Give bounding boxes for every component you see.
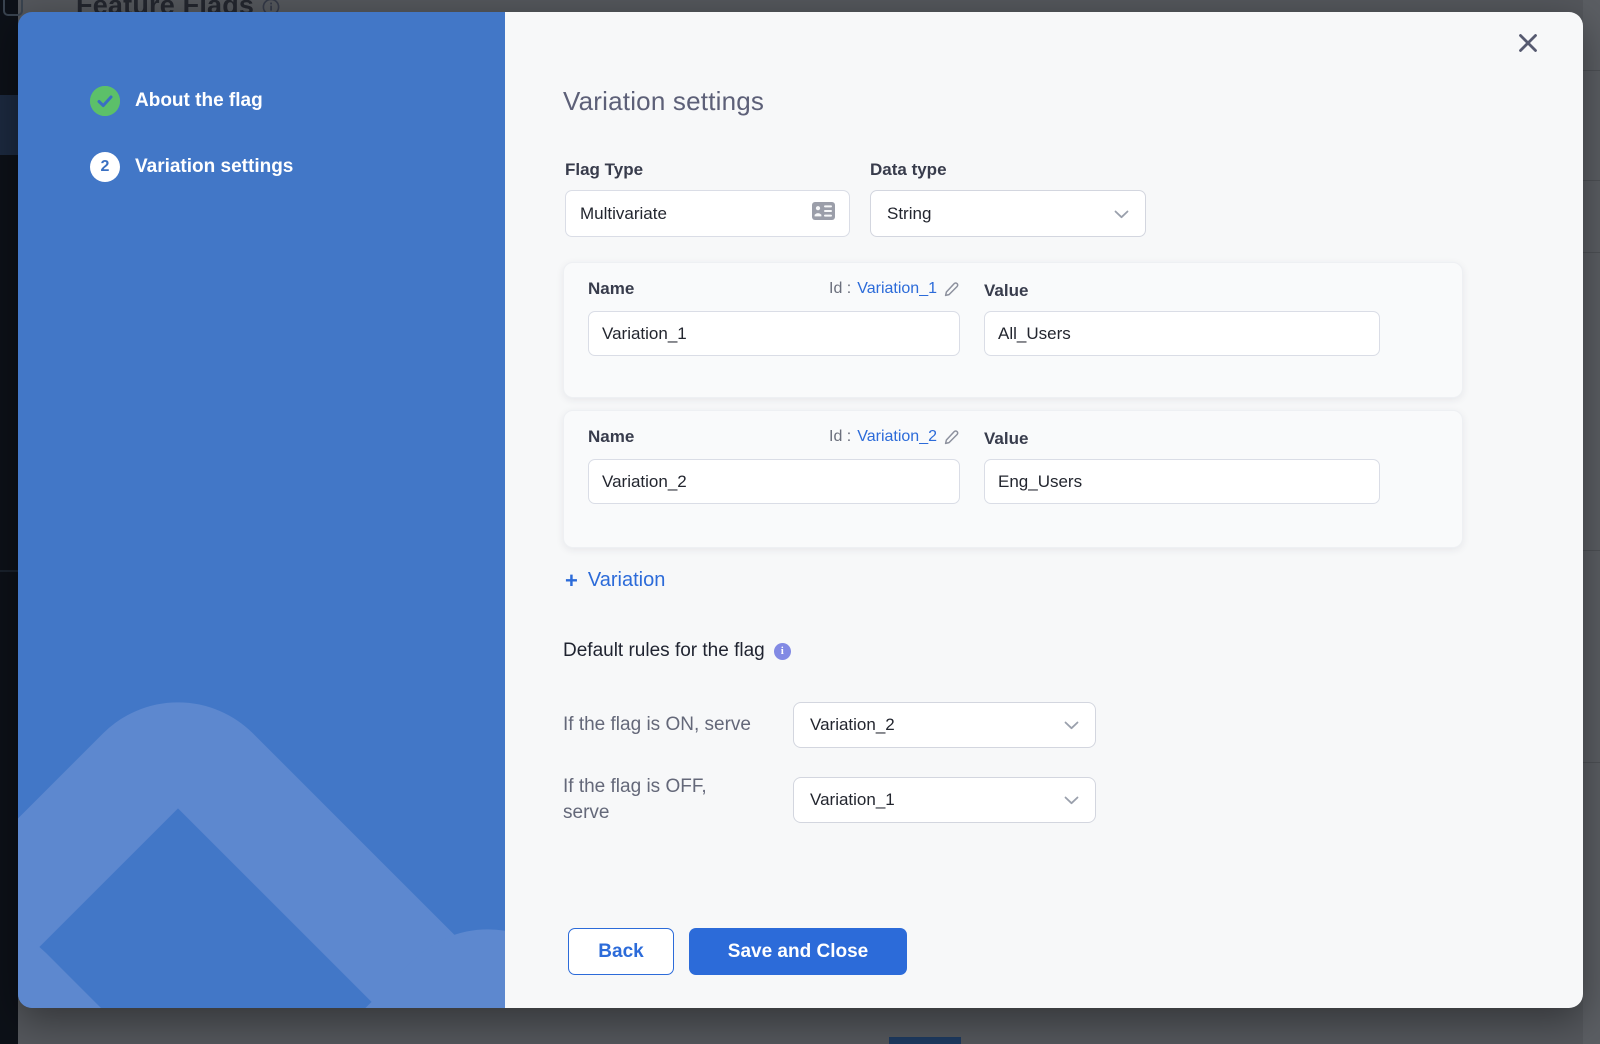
variation-card-1: Name Id : Variation_1 Value (563, 262, 1463, 398)
name-label: Name (588, 279, 634, 299)
plus-icon: + (565, 571, 578, 591)
close-button[interactable] (1513, 28, 1543, 58)
variation-name-input[interactable] (588, 459, 960, 504)
id-prefix-label: Id : (829, 280, 851, 298)
flag-type-label: Flag Type (565, 160, 643, 180)
rule-flag-off: If the flag is OFF, serve Variation_1 (563, 774, 1096, 826)
step-number-badge: 2 (90, 152, 120, 182)
pencil-icon (943, 429, 960, 446)
rule-on-value: Variation_2 (810, 715, 895, 735)
edit-id-button[interactable] (943, 429, 960, 446)
app-nav-rail-dimmed (0, 0, 18, 1044)
rule-flag-on: If the flag is ON, serve Variation_2 (563, 702, 1096, 748)
step-label: Variation settings (135, 156, 293, 178)
rule-off-value: Variation_1 (810, 790, 895, 810)
rule-off-label: If the flag is OFF, serve (563, 774, 793, 826)
back-button[interactable]: Back (568, 928, 674, 975)
variation-settings-panel: Variation settings Flag Type Data type M… (505, 12, 1583, 1008)
value-label: Value (984, 281, 1028, 301)
data-type-label: Data type (870, 160, 947, 180)
flag-wizard-modal: About the flag 2 Variation settings Vari… (18, 12, 1583, 1008)
wizard-step-variation-settings[interactable]: 2 Variation settings (18, 152, 505, 182)
variation-id-group: Id : Variation_2 (829, 428, 960, 446)
variation-id-link[interactable]: Variation_1 (857, 280, 937, 298)
variation-value-input[interactable] (984, 459, 1380, 504)
step-label: About the flag (135, 90, 263, 112)
wizard-footer-buttons: Back Save and Close (568, 928, 907, 975)
add-variation-label: Variation (588, 569, 665, 592)
multivariate-card-icon (812, 202, 835, 225)
step-complete-check-icon (90, 86, 120, 116)
wizard-step-about-the-flag[interactable]: About the flag (18, 86, 505, 116)
value-label: Value (984, 429, 1028, 449)
chevron-down-icon (1064, 790, 1079, 810)
screen: Feature Flags (0, 0, 1600, 1044)
variation-card-2: Name Id : Variation_2 Value (563, 410, 1463, 548)
dimmed-page-button (889, 1037, 961, 1044)
dimmed-table-edge (1583, 0, 1600, 1044)
edit-id-button[interactable] (943, 281, 960, 298)
variation-value-input[interactable] (984, 311, 1380, 356)
chevron-down-icon (1064, 715, 1079, 735)
close-icon (1516, 31, 1540, 55)
wizard-sidebar: About the flag 2 Variation settings (18, 12, 505, 1008)
rule-on-label: If the flag is ON, serve (563, 712, 793, 738)
pencil-icon (943, 281, 960, 298)
nav-rail-active-item (0, 95, 18, 155)
variation-id-link[interactable]: Variation_2 (857, 428, 937, 446)
rule-off-select[interactable]: Variation_1 (793, 777, 1096, 823)
default-rules-title: Default rules for the flag (563, 640, 765, 662)
variation-id-group: Id : Variation_1 (829, 280, 960, 298)
flag-type-value: Multivariate (580, 204, 667, 224)
variation-name-input[interactable] (588, 311, 960, 356)
name-label: Name (588, 427, 634, 447)
rule-on-select[interactable]: Variation_2 (793, 702, 1096, 748)
panel-title: Variation settings (563, 86, 764, 117)
flag-type-field: Multivariate (565, 190, 850, 237)
default-rules-header: Default rules for the flag i (563, 640, 791, 662)
add-variation-button[interactable]: + Variation (565, 569, 665, 592)
save-and-close-button[interactable]: Save and Close (689, 928, 907, 975)
data-type-select[interactable]: String (870, 190, 1146, 237)
info-filled-icon: i (774, 643, 791, 660)
chevron-down-icon (1114, 204, 1129, 224)
id-prefix-label: Id : (829, 428, 851, 446)
nav-rail-divider (0, 570, 18, 572)
data-type-value: String (887, 204, 931, 224)
